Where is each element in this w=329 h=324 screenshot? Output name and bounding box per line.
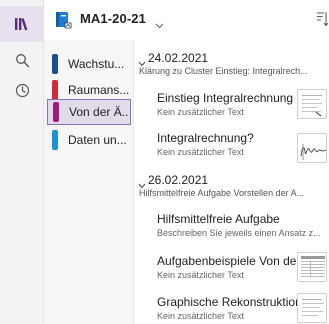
page-title: Aufgabenbeispiele Von der... xyxy=(157,254,297,268)
sections-pane: Wachstu... Raumans... Von der Ä... Daten… xyxy=(44,40,134,324)
section-label: Von der Ä... xyxy=(69,105,129,119)
notebooks-button[interactable] xyxy=(0,6,44,42)
page-subtitle: Kein zusätzlicher Text xyxy=(157,107,244,117)
page-title: Integralrechnung? xyxy=(157,131,254,145)
page-subtitle: Kein zusätzlicher Text xyxy=(157,311,244,321)
page-thumbnail xyxy=(297,133,327,163)
section-label: Raumans... xyxy=(68,83,130,97)
section-color-tab xyxy=(52,80,58,100)
chevron-down-icon[interactable] xyxy=(155,16,164,34)
section-item-selected[interactable]: Von der Ä... xyxy=(47,99,131,125)
page-subtitle: Kein zusätzlicher Text xyxy=(157,270,244,280)
notebook-header: MA1-20-21 xyxy=(44,0,329,40)
pages-pane: 24.02.2021 Klärung zu Cluster Einstieg: … xyxy=(135,40,329,324)
notebook-icon xyxy=(54,11,74,34)
recent-button[interactable] xyxy=(0,72,44,108)
navigation-rail xyxy=(0,0,44,324)
page-thumbnail xyxy=(297,293,327,323)
section-item[interactable]: Daten un... xyxy=(44,127,134,153)
section-label: Wachstu... xyxy=(68,57,125,71)
page-group-date[interactable]: 26.02.2021 xyxy=(148,173,208,187)
section-color-tab xyxy=(52,130,58,150)
section-label: Daten un... xyxy=(68,133,127,147)
page-title: Einstieg Integralrechnung xyxy=(157,91,294,105)
page-thumbnail xyxy=(297,89,327,119)
page-group-description: Hilfsmittelfreie Aufgabe Vorstellen der … xyxy=(139,188,305,198)
page-group-description: Klärung zu Cluster Einstieg: Integralrec… xyxy=(139,66,308,76)
sort-icon[interactable] xyxy=(316,11,329,32)
recent-clock-icon xyxy=(15,83,30,98)
page-title: Graphische Rekonstruktion xyxy=(157,295,297,309)
page-thumbnail xyxy=(297,252,327,282)
section-color-tab xyxy=(52,54,58,74)
page-subtitle: Beschreiben Sie jeweils einen Ansatz z..… xyxy=(157,228,321,238)
page-group-date[interactable]: 24.02.2021 xyxy=(148,51,208,65)
notebooks-icon xyxy=(14,17,30,31)
section-color-tab xyxy=(53,102,59,122)
search-icon xyxy=(15,53,30,68)
section-item[interactable]: Wachstu... xyxy=(44,51,134,77)
page-subtitle: Kein zusätzlicher Text xyxy=(157,147,244,157)
notebook-title[interactable]: MA1-20-21 xyxy=(80,11,146,26)
page-title: Hilfsmittelfreie Aufgabe xyxy=(157,212,280,226)
